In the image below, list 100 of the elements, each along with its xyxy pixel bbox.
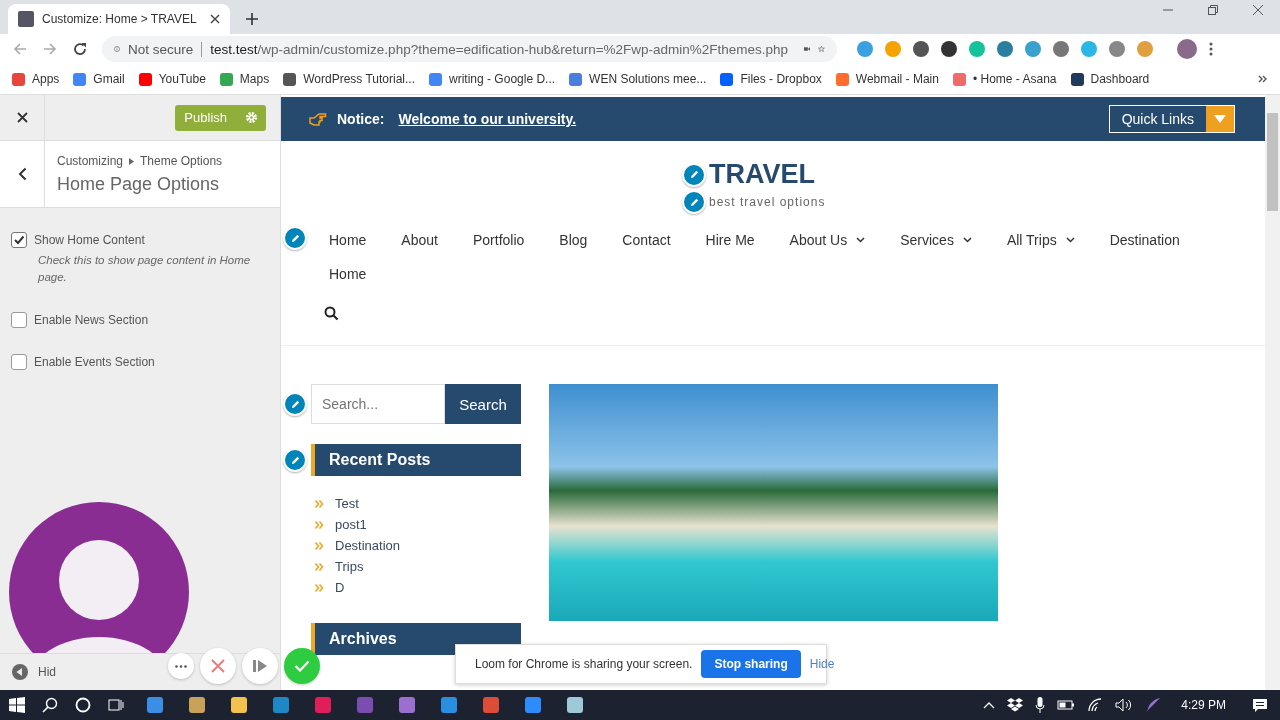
- nav-link[interactable]: Services: [900, 232, 972, 248]
- bookmark-link[interactable]: Maps: [219, 72, 270, 86]
- checkmark-icon[interactable]: [294, 660, 310, 672]
- taskbar-app-icon[interactable]: [438, 694, 460, 716]
- double-chevron-icon: [315, 499, 324, 508]
- microphone-icon[interactable]: [1035, 697, 1046, 713]
- widget-heading: Recent Posts: [311, 444, 521, 476]
- bookmark-link[interactable]: • Home - Asana: [952, 72, 1057, 86]
- nav-link[interactable]: Blog: [559, 232, 588, 248]
- hide-controls-label[interactable]: Hid: [38, 665, 56, 679]
- ellipsis-icon[interactable]: [175, 664, 187, 668]
- bookmark-link[interactable]: Gmail: [73, 72, 125, 86]
- chevron-up-icon[interactable]: [983, 701, 996, 709]
- bookmark-link[interactable]: YouTube: [138, 72, 206, 86]
- stop-sharing-button[interactable]: Stop sharing: [701, 650, 801, 678]
- edit-shortcut-button[interactable]: [682, 190, 706, 214]
- taskbar-app-icon[interactable]: [144, 694, 166, 716]
- scrollbar[interactable]: [1265, 95, 1280, 690]
- pencil-icon[interactable]: [289, 454, 301, 466]
- taskbar-app-icon[interactable]: [270, 694, 292, 716]
- double-chevron-icon: [315, 520, 324, 529]
- nav-link[interactable]: Home: [329, 232, 367, 248]
- new-tab-icon[interactable]: [246, 13, 258, 25]
- breadcrumb-text: Customizing: [57, 154, 124, 168]
- search-button[interactable]: Search: [445, 384, 521, 424]
- edit-shortcut-button[interactable]: [283, 392, 307, 416]
- hide-link[interactable]: Hide: [809, 657, 835, 671]
- taskbar-app-icon[interactable]: [522, 694, 544, 716]
- bookmark-link[interactable]: Files - Dropbox: [720, 72, 822, 86]
- nav-link[interactable]: About Us: [789, 232, 866, 248]
- more-bookmarks-icon[interactable]: [1258, 75, 1268, 83]
- back-arrow-icon[interactable]: [12, 41, 28, 57]
- close-icon[interactable]: [1252, 4, 1264, 16]
- post-link[interactable]: Trips: [335, 559, 364, 574]
- post-link[interactable]: post1: [335, 517, 367, 532]
- search-field[interactable]: Search...: [311, 384, 445, 424]
- post-link[interactable]: Destination: [335, 538, 401, 553]
- extension-icon[interactable]: [913, 41, 929, 57]
- extension-icon[interactable]: [941, 41, 957, 57]
- pencil-icon[interactable]: [688, 196, 700, 208]
- checkbox[interactable]: [11, 312, 27, 328]
- search-icon[interactable]: [42, 697, 58, 713]
- cortana-circle-icon[interactable]: [75, 697, 91, 713]
- checkbox[interactable]: [11, 232, 27, 248]
- close-icon[interactable]: [210, 14, 220, 24]
- play-icon[interactable]: [253, 659, 267, 673]
- edit-shortcut-button[interactable]: [283, 448, 307, 472]
- speaker-icon[interactable]: [1115, 698, 1134, 712]
- pencil-icon[interactable]: [289, 398, 301, 410]
- nav-link[interactable]: Home: [329, 266, 367, 282]
- sharing-message: Loom for Chrome is sharing your screen.: [475, 657, 693, 671]
- clock-time[interactable]: 4:29 PM: [1181, 698, 1226, 712]
- post-link[interactable]: D: [335, 580, 345, 595]
- notice-link[interactable]: Welcome to our university.: [398, 111, 577, 127]
- more-options-icon[interactable]: [1209, 42, 1213, 56]
- profile-avatar-icon[interactable]: [1177, 39, 1197, 59]
- nav-link[interactable]: All Trips: [1006, 232, 1075, 248]
- search-icon[interactable]: [324, 306, 339, 321]
- dropbox-icon[interactable]: [1007, 698, 1024, 712]
- taskbar-app-icon[interactable]: [186, 694, 208, 716]
- bookmark-link[interactable]: Dashboard: [1070, 72, 1150, 86]
- nav-link[interactable]: About: [401, 232, 438, 248]
- bookmark-link[interactable]: Apps: [12, 72, 60, 86]
- video-camera-icon[interactable]: [804, 44, 811, 54]
- bookmark-link[interactable]: Webmail - Main: [835, 72, 939, 86]
- close-icon[interactable]: [16, 112, 28, 123]
- reload-icon[interactable]: [72, 41, 88, 57]
- nav-link[interactable]: Portfolio: [472, 232, 525, 248]
- restore-icon[interactable]: [1207, 4, 1219, 16]
- nav-link[interactable]: Hire Me: [705, 232, 755, 248]
- address-bar[interactable]: Not secure test.test/wp-admin/customize.php?theme=edification-hub&return=%2Fwp-admin%2Fthemes.php: [102, 36, 837, 62]
- collapse-icon[interactable]: [12, 664, 28, 680]
- pencil-icon[interactable]: [688, 169, 700, 180]
- battery-icon[interactable]: [1057, 699, 1076, 711]
- taskbar-app-icon[interactable]: [480, 694, 502, 716]
- pencil-icon[interactable]: [289, 232, 301, 244]
- bookmark-link[interactable]: writing - Google D...: [429, 72, 556, 86]
- browser-tab[interactable]: Customize: Home > TRAVEL: [8, 4, 230, 34]
- taskbar-app-icon[interactable]: [228, 694, 250, 716]
- chevron-left-icon[interactable]: [17, 167, 27, 181]
- forward-arrow-icon[interactable]: [42, 41, 58, 57]
- feather-icon[interactable]: [1145, 697, 1162, 713]
- bookmark-link[interactable]: WEN Solutions mee...: [569, 72, 707, 86]
- taskbar-app-icon[interactable]: [564, 694, 586, 716]
- edit-shortcut-button[interactable]: [283, 226, 307, 250]
- wifi-icon[interactable]: [1087, 698, 1104, 712]
- post-link[interactable]: Test: [335, 496, 359, 511]
- edit-shortcut-button[interactable]: [682, 162, 706, 187]
- windows-start-icon[interactable]: [9, 697, 25, 713]
- notifications-icon[interactable]: [1252, 697, 1268, 713]
- bookmark-link[interactable]: WordPress Tutorial...: [283, 72, 416, 86]
- nav-link[interactable]: Contact: [622, 232, 671, 248]
- nav-link[interactable]: Destination: [1109, 232, 1180, 248]
- site-favicon-icon: [18, 11, 34, 27]
- site-title[interactable]: TRAVEL: [709, 159, 849, 190]
- checkbox[interactable]: [11, 354, 27, 370]
- quick-links-button[interactable]: Quick Links: [1108, 105, 1235, 133]
- taskbar-app-icon[interactable]: [396, 694, 418, 716]
- task-view-icon[interactable]: [108, 697, 124, 713]
- settings-icon[interactable]: [245, 111, 258, 124]
